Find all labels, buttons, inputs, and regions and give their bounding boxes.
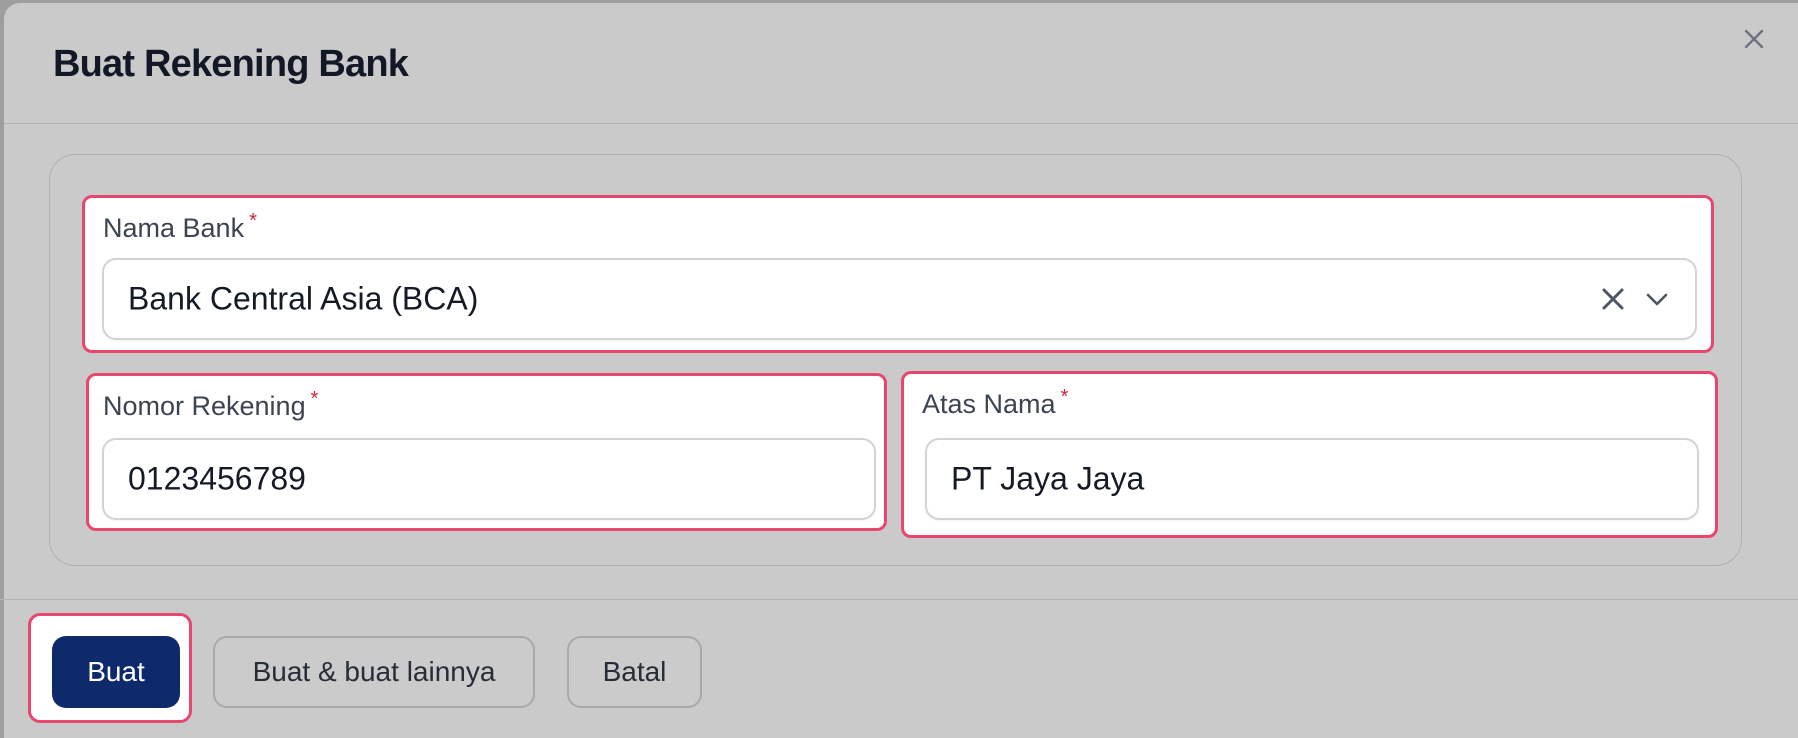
chevron-down-icon xyxy=(1646,293,1668,306)
account-name-field-group: Atas Nama * PT Jaya Jaya xyxy=(901,371,1718,538)
clear-selection-button[interactable] xyxy=(1599,285,1627,313)
bank-field-label: Nama Bank * xyxy=(103,210,257,243)
create-another-button[interactable]: Buat & buat lainnya xyxy=(213,636,535,708)
account-name-label: Atas Nama * xyxy=(922,386,1069,419)
modal-title: Buat Rekening Bank xyxy=(53,43,409,85)
account-number-value: 0123456789 xyxy=(128,460,306,497)
bank-field-group: Nama Bank * Bank Central Asia (BCA) xyxy=(82,195,1714,353)
account-number-input[interactable]: 0123456789 xyxy=(102,438,876,520)
required-mark: * xyxy=(310,388,319,410)
clear-icon xyxy=(1602,288,1624,310)
account-name-input[interactable]: PT Jaya Jaya xyxy=(925,438,1699,520)
modal-header: Buat Rekening Bank xyxy=(4,3,1798,124)
required-mark: * xyxy=(249,210,257,232)
account-name-value: PT Jaya Jaya xyxy=(951,460,1145,497)
create-button[interactable]: Buat xyxy=(52,636,180,708)
cancel-button[interactable]: Batal xyxy=(567,636,702,708)
bank-select[interactable]: Bank Central Asia (BCA) xyxy=(102,258,1697,340)
close-button[interactable] xyxy=(1738,23,1770,55)
account-number-field-group: Nomor Rekening * 0123456789 xyxy=(86,373,887,531)
required-mark: * xyxy=(1060,386,1069,408)
close-icon xyxy=(1744,29,1764,49)
dropdown-toggle[interactable] xyxy=(1643,285,1671,313)
account-number-label: Nomor Rekening * xyxy=(103,388,319,421)
bank-select-value: Bank Central Asia (BCA) xyxy=(128,280,479,317)
